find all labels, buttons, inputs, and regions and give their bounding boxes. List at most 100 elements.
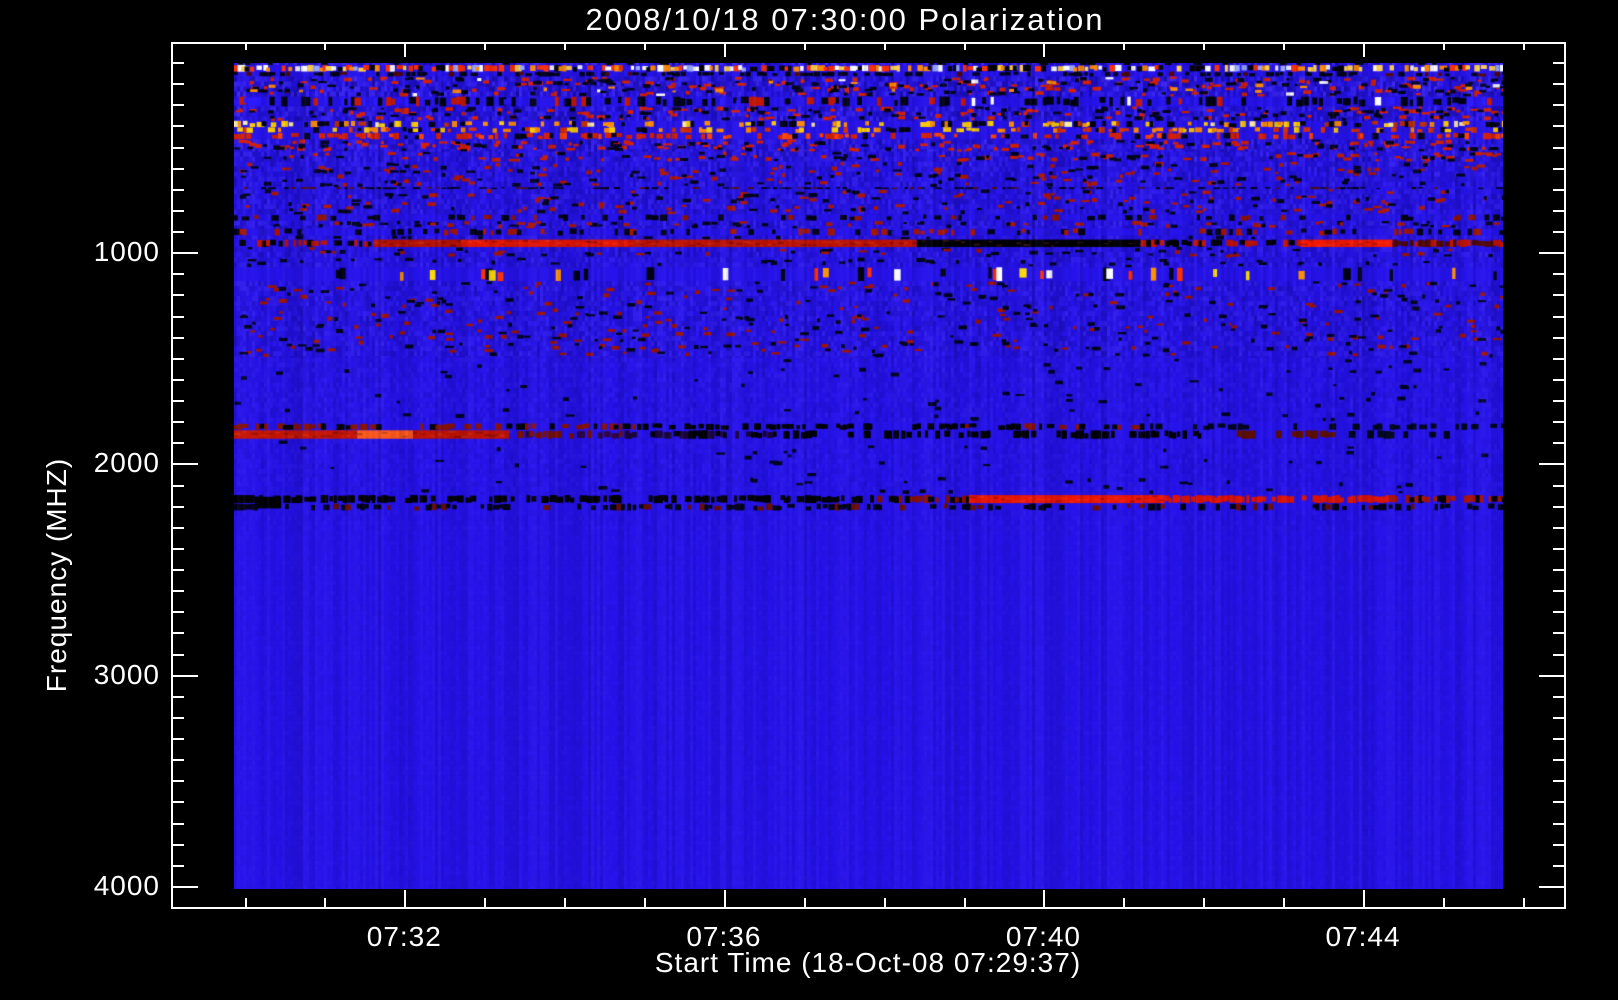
axis-tick bbox=[1553, 104, 1566, 106]
axis-tick bbox=[1553, 801, 1566, 803]
axis-tick bbox=[171, 62, 184, 64]
axis-tick bbox=[171, 759, 184, 761]
y-axis-title: Frequency (MHZ) bbox=[41, 457, 72, 693]
axis-tick bbox=[1553, 168, 1566, 170]
axis-tick bbox=[644, 42, 646, 50]
axis-tick bbox=[1553, 442, 1566, 444]
axis-tick bbox=[171, 886, 198, 888]
axis-tick bbox=[1553, 527, 1566, 529]
axis-tick bbox=[171, 231, 184, 233]
axis-tick bbox=[724, 42, 726, 57]
axis-tick bbox=[171, 210, 184, 212]
axis-tick bbox=[404, 42, 406, 57]
x-tick-label: 07:32 bbox=[366, 921, 442, 952]
axis-tick bbox=[1553, 759, 1566, 761]
axis-tick bbox=[1553, 590, 1566, 592]
axis-tick bbox=[1553, 210, 1566, 212]
y-tick-label: 1000 bbox=[93, 236, 160, 268]
axis-tick bbox=[644, 898, 646, 907]
axis-tick bbox=[884, 898, 886, 907]
axis-tick bbox=[171, 865, 184, 867]
axis-tick bbox=[171, 252, 198, 254]
axis-tick bbox=[404, 890, 406, 907]
axis-tick bbox=[564, 42, 566, 50]
axis-tick bbox=[171, 632, 184, 634]
axis-tick bbox=[804, 898, 806, 907]
axis-tick bbox=[171, 83, 184, 85]
axis-tick bbox=[1043, 42, 1045, 57]
axis-tick bbox=[1553, 379, 1566, 381]
axis-tick bbox=[1553, 231, 1566, 233]
axis-tick bbox=[1553, 823, 1566, 825]
axis-tick bbox=[171, 738, 184, 740]
axis-tick bbox=[1523, 42, 1525, 50]
axis-tick bbox=[564, 898, 566, 907]
axis-tick bbox=[1553, 147, 1566, 149]
axis-tick bbox=[1553, 717, 1566, 719]
axis-tick bbox=[171, 569, 184, 571]
axis-tick bbox=[171, 801, 184, 803]
axis-tick bbox=[1553, 294, 1566, 296]
axis-tick bbox=[804, 42, 806, 50]
axis-tick bbox=[171, 506, 184, 508]
spectrogram-canvas bbox=[234, 63, 1503, 889]
axis-tick bbox=[1539, 463, 1566, 465]
axis-tick bbox=[245, 42, 247, 50]
axis-tick bbox=[171, 168, 184, 170]
axis-tick bbox=[1553, 780, 1566, 782]
axis-tick bbox=[1283, 898, 1285, 907]
axis-tick bbox=[171, 400, 184, 402]
axis-tick bbox=[884, 42, 886, 50]
axis-tick bbox=[171, 780, 184, 782]
axis-tick bbox=[964, 898, 966, 907]
axis-tick bbox=[171, 823, 184, 825]
axis-tick bbox=[1553, 611, 1566, 613]
axis-tick bbox=[1443, 898, 1445, 907]
axis-tick bbox=[1363, 890, 1365, 907]
axis-tick bbox=[171, 696, 184, 698]
axis-tick bbox=[1553, 696, 1566, 698]
axis-tick bbox=[171, 675, 198, 677]
axis-tick bbox=[1553, 654, 1566, 656]
axis-tick bbox=[1123, 898, 1125, 907]
axis-tick bbox=[1203, 898, 1205, 907]
axis-tick bbox=[1539, 886, 1566, 888]
axis-tick bbox=[171, 358, 184, 360]
axis-tick bbox=[1363, 42, 1365, 57]
axis-tick bbox=[324, 42, 326, 50]
axis-tick bbox=[1553, 400, 1566, 402]
axis-tick bbox=[1553, 907, 1566, 909]
x-tick-label: 07:44 bbox=[1325, 921, 1401, 952]
axis-tick bbox=[171, 273, 184, 275]
x-axis-title: Start Time (18-Oct-08 07:29:37) bbox=[654, 947, 1082, 978]
axis-tick bbox=[171, 485, 184, 487]
axis-tick bbox=[1553, 358, 1566, 360]
axis-tick bbox=[171, 907, 184, 909]
axis-tick bbox=[171, 527, 184, 529]
axis-tick bbox=[1553, 125, 1566, 127]
axis-tick bbox=[1553, 506, 1566, 508]
axis-tick bbox=[1553, 62, 1566, 64]
axis-tick bbox=[171, 104, 184, 106]
axis-tick bbox=[1553, 83, 1566, 85]
y-tick-label: 4000 bbox=[93, 869, 160, 901]
axis-tick bbox=[171, 125, 184, 127]
axis-tick bbox=[1443, 42, 1445, 50]
axis-tick bbox=[1539, 252, 1566, 254]
axis-tick bbox=[1553, 337, 1566, 339]
axis-tick bbox=[171, 548, 184, 550]
axis-tick bbox=[1553, 738, 1566, 740]
axis-tick bbox=[724, 890, 726, 907]
axis-tick bbox=[1553, 632, 1566, 634]
axis-tick bbox=[1283, 42, 1285, 50]
axis-tick bbox=[484, 898, 486, 907]
axis-tick bbox=[171, 611, 184, 613]
axis-tick bbox=[245, 898, 247, 907]
axis-tick bbox=[171, 590, 184, 592]
axis-tick bbox=[171, 189, 184, 191]
spectrogram-screenshot: 2008/10/18 07:30:00 Polarization 07:32 07… bbox=[0, 0, 1618, 1000]
axis-tick bbox=[171, 844, 184, 846]
axis-tick bbox=[1043, 890, 1045, 907]
axis-tick bbox=[171, 717, 184, 719]
axis-tick bbox=[1553, 273, 1566, 275]
